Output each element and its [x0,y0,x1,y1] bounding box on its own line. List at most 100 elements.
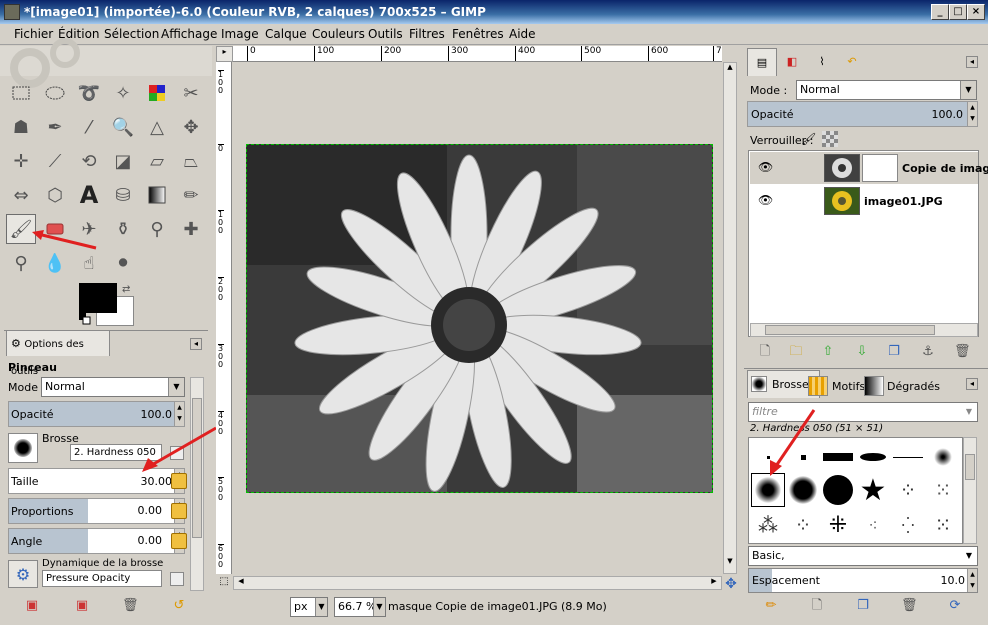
delete-layer-icon[interactable]: 🗑 [954,344,971,360]
text-icon[interactable]: A [74,180,104,210]
brush-cell[interactable]: ⁛ [891,508,925,542]
layer-row[interactable]: 👁 image01.JPG [750,185,978,217]
brush-cell[interactable] [821,473,855,507]
layer-mode-select[interactable]: Normal ▼ [796,80,977,100]
minimize-button[interactable]: _ [931,4,949,20]
tab-gradients[interactable]: Dégradés [887,380,940,393]
duplicate-brush-icon[interactable]: ❐ [855,598,871,614]
restore-options-icon[interactable]: ▣ [74,598,90,614]
fuzzy-select-icon[interactable]: ✧ [108,78,138,108]
brush-cell[interactable]: ⁘ [891,473,925,507]
brush-cell[interactable]: ⁂ [751,508,785,542]
reset-angle-icon[interactable] [171,533,187,549]
raise-layer-icon[interactable]: ⇧ [820,344,836,360]
canvas-horizontal-scrollbar[interactable]: ◀ ▶ [233,576,722,590]
menu-couleurs[interactable]: Couleurs [312,27,365,41]
crop-icon[interactable]: ⟋ [40,146,70,176]
layer-opacity-slider[interactable]: Opacité 100.0 ▲ ▼ [747,101,978,127]
ink-icon[interactable]: ⚱ [108,214,138,244]
pencil-icon[interactable]: ✏ [176,180,206,210]
menu-fenetres[interactable]: Fenêtres [452,27,504,41]
perspective-icon[interactable]: ⏢ [176,146,206,176]
brush-cell[interactable] [926,440,960,474]
spin-buttons[interactable]: ▲▼ [967,102,977,126]
close-button[interactable]: × [967,4,985,20]
image-layer-flower[interactable] [246,144,713,493]
edit-brush-bottom-icon[interactable]: ✏ [763,598,779,614]
tool-options-scrollbar[interactable] [190,377,204,591]
select-by-color-icon[interactable] [142,78,172,108]
brush-cell[interactable]: ★ [856,473,890,508]
navigate-icon[interactable]: ✥ [723,576,739,592]
save-options-icon[interactable]: ▣ [24,598,40,614]
proportions-slider[interactable]: Proportions 0.00 ▲▼ [8,498,185,524]
reset-size-icon[interactable] [171,473,187,489]
tab-undo-history[interactable]: ↶ [837,48,867,76]
blend-icon[interactable] [142,180,172,210]
anchor-layer-icon[interactable]: ⚓ [920,344,936,360]
smudge-icon[interactable]: ☝ [74,248,104,278]
brush-preview[interactable] [8,433,38,463]
new-layer-group-icon[interactable]: 🗀 [788,344,804,360]
rect-select-icon[interactable] [6,78,36,108]
reset-proportions-icon[interactable] [171,503,187,519]
align-icon[interactable]: ✛ [6,146,36,176]
brush-cell[interactable]: ⁜ [821,508,855,542]
menu-calque[interactable]: Calque [265,27,307,41]
canvas-vertical-scrollbar[interactable]: ▲ ▼ [723,62,737,574]
tab-channels[interactable]: ◧ [777,48,807,76]
new-brush-icon[interactable]: 🗋 [809,598,825,614]
measure-icon[interactable]: △ [142,112,172,142]
brush-grid-scrollbar[interactable] [963,437,977,544]
tab-layers[interactable]: ▤ [747,48,777,76]
brush-cell[interactable] [856,440,890,474]
menu-filtres[interactable]: Filtres [409,27,445,41]
default-colors-icon[interactable] [79,313,91,325]
bucket-fill-icon[interactable]: ⛁ [108,180,138,210]
new-layer-icon[interactable]: 🗋 [757,344,773,360]
brush-cell[interactable] [786,473,820,507]
shear-icon[interactable]: ▱ [142,146,172,176]
paths-icon[interactable]: ✒ [40,112,70,142]
angle-slider[interactable]: Angle 0.00 ▲▼ [8,528,185,554]
color-picker-icon[interactable]: ⁄ [74,112,104,142]
visibility-eye-icon[interactable]: 👁 [758,160,773,174]
visibility-eye-icon[interactable]: 👁 [758,193,773,207]
tab-patterns[interactable]: Motifs [832,380,865,393]
menu-fichier[interactable]: Fichier [14,27,53,41]
edit-dynamics-icon[interactable] [170,572,184,586]
foreground-color-swatch[interactable] [79,283,117,313]
heal-icon[interactable]: ✚ [176,214,206,244]
perspective-clone-icon[interactable]: ⚲ [6,248,36,278]
scissors-icon[interactable]: ✂ [176,78,206,108]
brush-preset-select[interactable]: Basic, ▼ [748,546,978,566]
configure-tab-icon[interactable]: ◂ [190,338,202,350]
foreground-select-icon[interactable]: ☗ [6,112,36,142]
zoom-icon[interactable]: 🔍 [108,112,138,142]
configure-tab-icon[interactable]: ◂ [966,56,978,68]
move-icon[interactable]: ✥ [176,112,206,142]
spin-buttons[interactable]: ▲▼ [174,402,184,426]
dodge-burn-icon[interactable]: ⚫ [108,248,138,278]
brush-cell-selected[interactable] [751,473,785,507]
lock-pixels-icon[interactable]: 🖌 [801,132,816,146]
menu-affichage[interactable]: Affichage [161,27,217,41]
lower-layer-icon[interactable]: ⇩ [854,344,870,360]
duplicate-layer-icon[interactable]: ❐ [886,344,902,360]
delete-options-icon[interactable]: 🗑 [122,598,139,614]
menu-selection[interactable]: Sélection [104,27,159,41]
swap-colors-icon[interactable]: ⇄ [122,284,134,296]
delete-brush-icon[interactable]: 🗑 [901,598,918,614]
unit-select[interactable]: px ▼ [290,597,328,617]
brush-cell[interactable]: ⁖ [856,508,890,542]
maximize-button[interactable]: □ [949,4,967,20]
layer-row[interactable]: 👁 Copie de image [750,152,988,184]
menu-image[interactable]: Image [221,27,259,41]
layers-horizontal-scrollbar[interactable] [750,323,978,337]
dynamics-field[interactable]: Pressure Opacity [42,570,162,587]
menu-aide[interactable]: Aide [509,27,536,41]
opacity-slider[interactable]: Opacité 100.0 ▲ ▼ [8,401,185,427]
blur-icon[interactable]: 💧 [40,248,70,278]
configure-tab-icon[interactable]: ◂ [966,378,978,390]
refresh-brushes-icon[interactable]: ⟳ [947,598,963,614]
